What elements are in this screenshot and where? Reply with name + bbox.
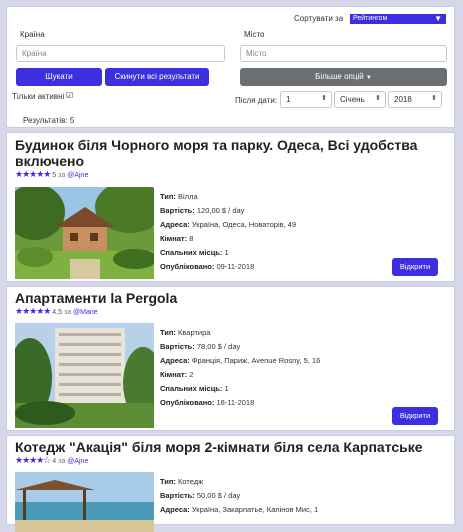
sort-select[interactable]: Рейтингом ▼ (350, 14, 446, 24)
rating-value: 4 (52, 458, 57, 465)
beds-value: 1 (224, 384, 229, 393)
address-label: Адреса: (160, 505, 190, 514)
listing-photo[interactable] (15, 323, 154, 428)
listing-rating: ★★★★★ 4,5 за @Marie (15, 306, 98, 316)
listing-rating: ★★★★☆ 4 за @Ajne (15, 455, 88, 465)
price-label: Вартість: (160, 491, 195, 500)
price-label: Вартість: (160, 342, 195, 351)
listing-details: Тип: Вілла Вартість: 120,00 $ / day Адре… (160, 190, 296, 274)
beds-value: 1 (224, 248, 229, 257)
open-button[interactable]: Відкрити (392, 258, 438, 276)
price-value: 78,00 $ / day (196, 342, 241, 351)
type-label: Тип: (160, 328, 176, 337)
published-label: Опубліковано: (160, 398, 215, 407)
owner-link[interactable]: @Ajne (67, 172, 88, 179)
caret-down-icon: ▼ (434, 14, 442, 23)
type-label: Тип: (160, 477, 176, 486)
active-only-checkbox[interactable]: ☑ (66, 91, 73, 100)
rooms-label: Кімнат: (160, 234, 188, 243)
reset-button[interactable]: Скинути всі результати (105, 68, 209, 86)
caret-down-icon: ▼ (365, 75, 372, 81)
rooms-value: 2 (189, 370, 194, 379)
star-rating-icon: ★★★★☆ (15, 455, 51, 465)
year-select[interactable]: 2018 ⬍ (388, 91, 442, 108)
owner-link[interactable]: @Ajne (67, 458, 88, 465)
country-label: Країна (20, 30, 45, 39)
address-value: Україна, Одеса, Новаторів, 49 (191, 220, 297, 229)
updown-icon: ⬍ (321, 95, 327, 102)
price-value: 50,00 $ / day (196, 491, 241, 500)
month-select-value: Січень (340, 95, 365, 104)
year-select-value: 2018 (394, 95, 412, 104)
sort-label: Сортувати за (294, 14, 344, 23)
published-value: 18-11-2018 (216, 398, 255, 407)
filter-panel: Сортувати за Рейтингом ▼ Країна Країна М… (6, 6, 455, 128)
rooms-label: Кімнат: (160, 370, 188, 379)
results-count: Результатів: 5 (23, 116, 75, 125)
type-value: Котедж (178, 477, 204, 486)
updown-icon: ⬍ (375, 95, 381, 102)
listing-title[interactable]: Котедж "Акація" біля моря 2-кімнати біля… (15, 439, 445, 455)
address-value: Франція, Париж, Avenue Rosny, 5, 16 (191, 356, 321, 365)
day-select[interactable]: 1 ⬍ (280, 91, 332, 108)
sort-select-value: Рейтингом (353, 15, 388, 22)
listing-rating: ★★★★★ 5 за @Ajne (15, 169, 88, 179)
city-input[interactable]: Місто (240, 45, 447, 62)
address-value: Україна, Закарпатье, Калінов Мис, 1 (191, 505, 319, 514)
listing-details: Тип: Квартира Вартість: 78,00 $ / day Ад… (160, 326, 320, 410)
more-options-label: Більше опцій (315, 72, 364, 81)
price-label: Вартість: (160, 206, 195, 215)
type-label: Тип: (160, 192, 176, 201)
by-label: за (58, 458, 66, 465)
active-only-label: Тільки активні (12, 92, 65, 101)
star-rating-icon: ★★★★★ (15, 306, 51, 316)
address-label: Адреса: (160, 356, 190, 365)
listing-title[interactable]: Будинок біля Чорного моря та парку. Одес… (15, 137, 445, 169)
listing-photo[interactable] (15, 187, 154, 279)
listing-card: Будинок біля Чорного моря та парку. Одес… (6, 132, 455, 282)
rating-value: 5 (52, 172, 57, 179)
after-date-label: Після дати: (235, 96, 278, 105)
published-value: 09-11-2018 (216, 262, 255, 271)
listing-title[interactable]: Апартаменти la Pergola (15, 290, 445, 306)
address-label: Адреса: (160, 220, 190, 229)
beds-label: Спальних місць: (160, 248, 223, 257)
beds-label: Спальних місць: (160, 384, 223, 393)
search-button[interactable]: Шукати (16, 68, 102, 86)
by-label: за (63, 309, 72, 316)
country-input[interactable]: Країна (16, 45, 225, 62)
listing-photo[interactable] (15, 472, 154, 532)
listing-card: Апартаменти la Pergola ★★★★★ 4,5 за @Mar… (6, 286, 455, 431)
type-value: Квартира (178, 328, 211, 337)
more-options-button[interactable]: Більше опцій ▼ (240, 68, 447, 86)
month-select[interactable]: Січень ⬍ (334, 91, 386, 108)
listing-details: Тип: Котедж Вартість: 50,00 $ / day Адре… (160, 475, 318, 517)
price-value: 120,00 $ / day (196, 206, 245, 215)
city-label: Місто (244, 30, 265, 39)
updown-icon: ⬍ (431, 95, 437, 102)
day-select-value: 1 (286, 95, 291, 104)
star-rating-icon: ★★★★★ (15, 169, 51, 179)
rooms-value: 8 (189, 234, 194, 243)
listing-card: Котедж "Акація" біля моря 2-кімнати біля… (6, 435, 455, 532)
type-value: Вілла (178, 192, 198, 201)
owner-link[interactable]: @Marie (73, 309, 98, 316)
by-label: за (58, 172, 66, 179)
published-label: Опубліковано: (160, 262, 215, 271)
rating-value: 4,5 (52, 309, 63, 316)
open-button[interactable]: Відкрити (392, 407, 438, 425)
